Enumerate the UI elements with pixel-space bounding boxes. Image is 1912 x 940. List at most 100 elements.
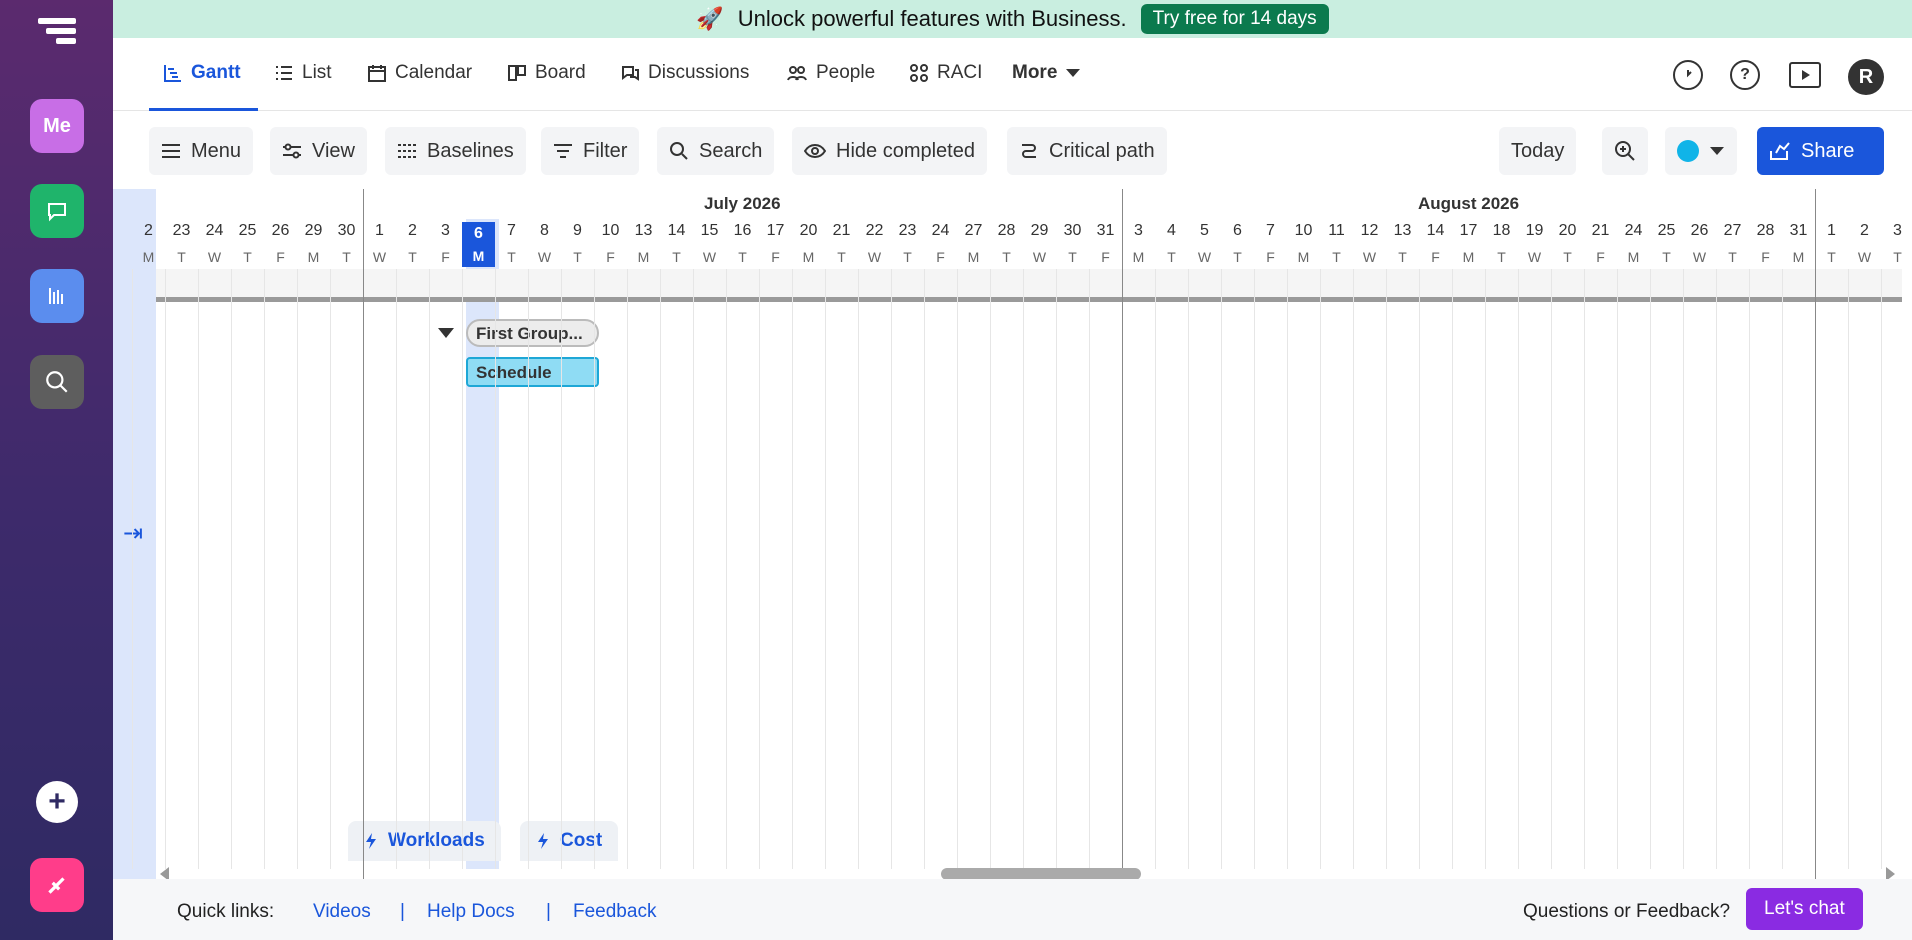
day-gridline: [594, 269, 595, 869]
day-of-week: T: [672, 249, 681, 265]
scroll-right-arrow[interactable]: [1886, 867, 1895, 879]
tab-people[interactable]: People: [786, 62, 875, 84]
day-number: 3: [441, 222, 450, 239]
help-docs-link[interactable]: Help Docs: [427, 901, 515, 923]
day-of-week: T: [1002, 249, 1011, 265]
month-divider: [1122, 189, 1123, 879]
baselines-button[interactable]: Baselines: [385, 127, 526, 175]
share-button[interactable]: Share: [1757, 127, 1884, 175]
hide-completed-button[interactable]: Hide completed: [792, 127, 987, 175]
zoom-in-icon: [1615, 141, 1635, 161]
search-button[interactable]: Search: [657, 127, 775, 175]
day-number: 29: [1030, 222, 1049, 239]
day-of-week: M: [462, 244, 495, 267]
day-number: 25: [1657, 222, 1676, 239]
tab-gantt[interactable]: Gantt: [163, 62, 241, 84]
day-gridline: [1683, 269, 1684, 869]
day-gridline: [264, 269, 265, 869]
zoom-button[interactable]: [1602, 127, 1648, 175]
day-of-week: W: [207, 249, 222, 265]
day-number: 16: [733, 222, 752, 239]
day-number: 25: [238, 222, 257, 239]
scroll-thumb[interactable]: [941, 868, 1141, 879]
app-logo[interactable]: [38, 18, 76, 48]
day-of-week: M: [1462, 249, 1475, 265]
month-label: August 2026: [1418, 194, 1520, 213]
day-gridline: [792, 269, 793, 869]
scroll-left-arrow[interactable]: [160, 867, 169, 879]
me-button[interactable]: Me: [30, 99, 84, 153]
day-number: 3: [1893, 222, 1902, 239]
timeline: July 2026 August 2026 First Group... Sch…: [132, 189, 1912, 879]
lets-chat-button[interactable]: Let's chat: [1746, 888, 1863, 930]
gantt-chart: ⇥ July 2026 August 2026 First Group... S…: [113, 189, 1912, 879]
day-gridline: [528, 269, 529, 869]
menu-button[interactable]: Menu: [149, 127, 254, 175]
day-gridline: [1617, 269, 1618, 869]
videos-link[interactable]: Videos: [313, 901, 371, 923]
day-number: 12: [1360, 222, 1379, 239]
day-number: 10: [1294, 222, 1313, 239]
task-list-collapsed-strip: ⇥: [113, 189, 156, 879]
today-button[interactable]: Today: [1499, 127, 1577, 175]
day-number: 21: [1591, 222, 1610, 239]
color-picker[interactable]: [1665, 127, 1737, 175]
tab-list[interactable]: List: [274, 62, 332, 84]
day-number: 29: [304, 222, 323, 239]
day-gridline: [1254, 269, 1255, 869]
day-number: 15: [700, 222, 719, 239]
day-of-week: T: [243, 249, 252, 265]
board-icon: [508, 65, 526, 81]
tab-raci[interactable]: RACI: [909, 62, 982, 84]
promo-text: Unlock powerful features with Business.: [737, 6, 1127, 31]
day-gridline: [891, 269, 892, 869]
plug-icon: [48, 877, 65, 894]
filter-button[interactable]: Filter: [541, 127, 640, 175]
critical-path-button[interactable]: Critical path: [1007, 127, 1167, 175]
day-of-week: W: [372, 249, 387, 265]
day-gridline: [990, 269, 991, 869]
day-of-week: M: [1132, 249, 1145, 265]
chat-button[interactable]: [30, 184, 84, 238]
day-number: 3: [1134, 222, 1143, 239]
collapse-group-icon[interactable]: [438, 328, 454, 338]
group-bar[interactable]: First Group...: [466, 319, 599, 347]
day-of-week: F: [606, 249, 615, 265]
day-gridline: [1023, 269, 1024, 869]
day-number: 24: [931, 222, 950, 239]
help-icon[interactable]: ?: [1730, 60, 1760, 90]
tab-board[interactable]: Board: [507, 62, 586, 84]
tab-discussions[interactable]: Discussions: [620, 62, 749, 84]
feedback-link[interactable]: Feedback: [573, 901, 656, 923]
reports-button[interactable]: [30, 269, 84, 323]
day-of-week: W: [1362, 249, 1377, 265]
tab-more[interactable]: More: [1012, 62, 1081, 84]
day-gridline: [1584, 269, 1585, 869]
day-of-week: W: [1032, 249, 1047, 265]
day-number: 22: [865, 222, 884, 239]
video-icon[interactable]: [1789, 62, 1821, 88]
add-button[interactable]: +: [36, 781, 78, 823]
quick-links-label: Quick links:: [177, 901, 275, 922]
day-gridline: [858, 269, 859, 869]
integrations-button[interactable]: [30, 858, 84, 912]
task-bar[interactable]: Schedule: [466, 357, 599, 387]
day-gridline: [1188, 269, 1189, 869]
people-icon: [787, 66, 807, 81]
view-button[interactable]: View: [270, 127, 367, 175]
expand-panel-icon[interactable]: ⇥: [123, 519, 143, 548]
search-rail-button[interactable]: [30, 355, 84, 409]
try-free-button[interactable]: Try free for 14 days: [1140, 4, 1329, 34]
day-number: 8: [540, 222, 549, 239]
horizontal-scrollbar[interactable]: [156, 839, 1902, 879]
day-gridline: [1716, 269, 1717, 869]
tab-calendar[interactable]: Calendar: [367, 62, 472, 84]
user-avatar[interactable]: R: [1848, 59, 1884, 95]
day-number: 23: [898, 222, 917, 239]
color-swatch: [1677, 140, 1699, 162]
day-of-week: M: [1297, 249, 1310, 265]
day-gridline: [1782, 269, 1783, 869]
day-gridline: [1320, 269, 1321, 869]
timer-icon[interactable]: [1673, 60, 1703, 90]
day-number: 2: [1860, 222, 1869, 239]
